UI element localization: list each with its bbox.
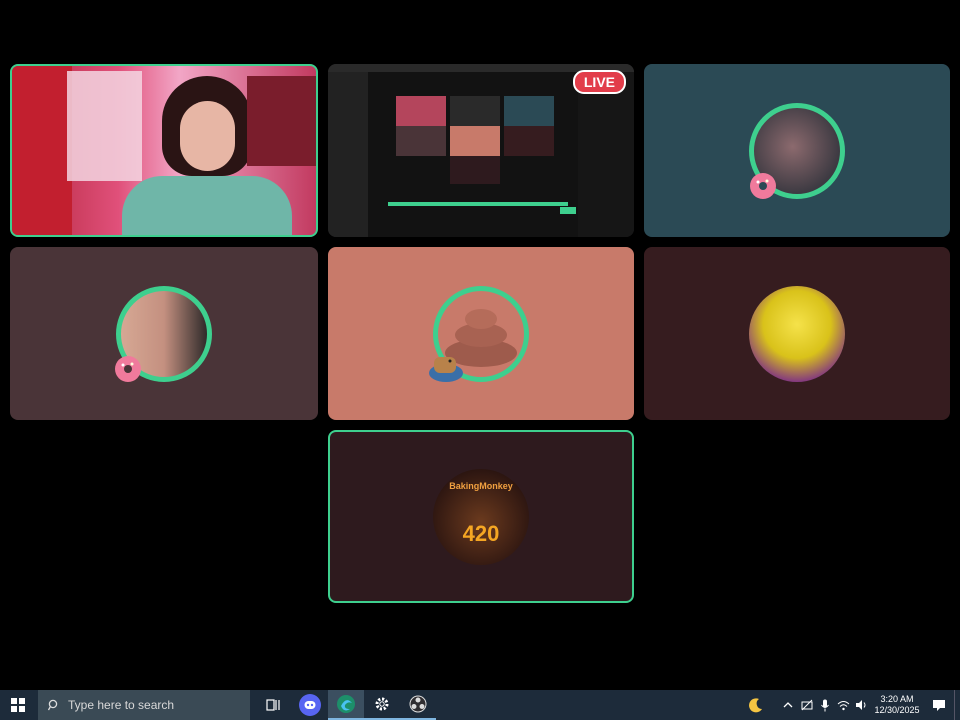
avatar-bakingmonkey: BakingMonkey 420 [433, 468, 529, 565]
participant-tile-poop[interactable] [328, 247, 634, 420]
search-placeholder: Type here to search [68, 698, 175, 712]
edge-taskbar-button[interactable] [328, 690, 364, 720]
monkey-number-text: 420 [462, 520, 500, 546]
weather-moon-button[interactable] [742, 690, 770, 720]
task-view-button[interactable] [254, 690, 292, 720]
task-view-icon [266, 699, 280, 711]
edge-icon [337, 695, 355, 713]
clock-date: 12/30/2025 [874, 705, 920, 715]
live-badge: LIVE [572, 70, 626, 94]
network-icon [837, 700, 849, 710]
windows-logo-icon [11, 698, 25, 712]
obs-icon [409, 695, 427, 713]
participant-tile-bakingmonkey[interactable]: BakingMonkey 420 [328, 430, 634, 603]
participant-tile-screen-share[interactable]: LIVE [328, 64, 634, 237]
start-button[interactable] [0, 690, 36, 720]
search-icon [48, 699, 58, 711]
show-desktop-button[interactable] [954, 690, 960, 720]
camera-video [12, 66, 316, 235]
donut-icon [112, 353, 144, 385]
notifications-button[interactable] [924, 690, 954, 720]
obs-taskbar-button[interactable] [400, 690, 436, 720]
monkey-title-text: BakingMonkey [449, 480, 513, 491]
show-hidden-icons-button[interactable] [778, 690, 798, 720]
tray-app-icon-1[interactable] [798, 690, 816, 720]
network-button[interactable] [834, 690, 852, 720]
donut-icon [747, 170, 779, 202]
discord-taskbar-button[interactable] [292, 690, 328, 720]
capybara-icon [426, 351, 466, 385]
gear-icon [375, 697, 389, 711]
moon-icon [749, 698, 762, 713]
taskbar-search[interactable]: Type here to search [38, 690, 250, 720]
participant-tile-two-people[interactable] [10, 247, 318, 420]
participant-tile-teal[interactable] [644, 64, 950, 237]
microphone-button[interactable] [816, 690, 834, 720]
settings-taskbar-button[interactable] [364, 690, 400, 720]
participant-tile-anime[interactable] [644, 247, 950, 420]
clock-time: 3:20 AM [880, 694, 914, 704]
clock-button[interactable]: 3:20 AM 12/30/2025 [870, 690, 924, 720]
notification-icon [933, 699, 945, 711]
speaker-icon [855, 700, 865, 710]
avatar-anime [749, 285, 845, 382]
discord-icon [299, 694, 321, 716]
chevron-up-icon [783, 702, 793, 708]
microphone-icon [821, 699, 829, 711]
no-signal-icon [801, 699, 813, 711]
volume-button[interactable] [852, 690, 870, 720]
participant-tile-streamer-camera[interactable] [10, 64, 318, 237]
windows-taskbar: Type here to search 3:20 AM 12/30/2025 [0, 690, 960, 720]
